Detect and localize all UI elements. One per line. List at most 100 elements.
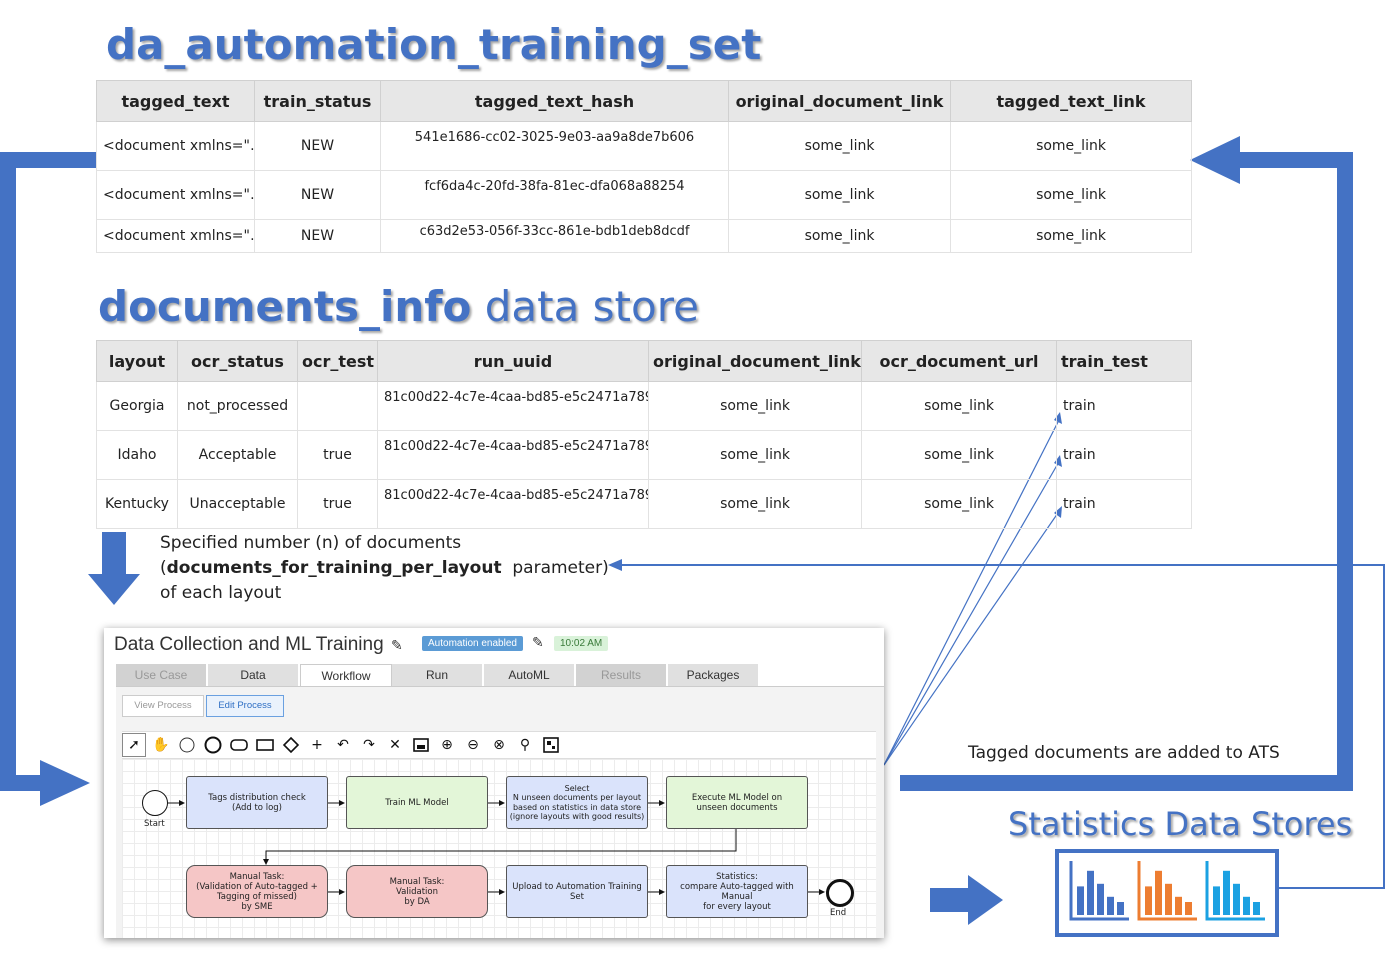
sampling-note-param: documents_for_training_per_layout — [166, 558, 502, 578]
stats-chart-icons — [1069, 861, 1265, 921]
ats-col-original-document-link: original_document_link — [728, 80, 951, 122]
start-event[interactable] — [142, 790, 168, 816]
sampling-note-line1: Specified number (n) of documents — [160, 533, 462, 553]
pointer-icon[interactable]: ➚ — [122, 733, 146, 757]
stats-title: Statistics Data Stores — [1008, 805, 1353, 843]
tab-packages[interactable]: Packages — [668, 664, 760, 686]
hand-icon[interactable]: ✋ — [150, 734, 172, 756]
table-cell: Georgia — [96, 381, 178, 431]
table-cell: <document xmlns="… — [96, 170, 255, 220]
view-process-button[interactable]: View Process — [122, 695, 204, 717]
docs-info-title: documents_info data store — [98, 280, 699, 334]
task-execute-ml-model[interactable]: Execute ML Model on unseen documents — [666, 776, 808, 829]
table-cell: train — [1056, 381, 1192, 431]
rect-icon[interactable] — [254, 734, 276, 756]
docs-col-run-uuid: run_uuid — [377, 340, 649, 382]
docs-col-layout: layout — [96, 340, 178, 382]
table-cell: some_link — [648, 479, 862, 529]
export-icon[interactable] — [410, 734, 432, 756]
rounded-rect-icon[interactable] — [228, 734, 250, 756]
zoom-in-icon[interactable]: ⊕ — [436, 734, 458, 756]
zoom-fit-icon[interactable]: ⊗ — [488, 734, 510, 756]
table-cell: 541e1686-cc02-3025-9e03-aa9a8de7b606 — [380, 121, 729, 171]
docs-info-title-bold: documents_info — [98, 282, 472, 331]
table-cell: c63d2e53-056f-33cc-861e-bdb1deb8dcdf — [380, 219, 729, 253]
bar-chart-bar — [1077, 886, 1084, 915]
table-cell: train — [1056, 479, 1192, 529]
delete-icon[interactable]: ✕ — [384, 734, 406, 756]
table-cell: <document xmlns="… — [96, 121, 255, 171]
app-title-text: Data Collection and ML Training — [114, 634, 384, 655]
end-event-label: End — [830, 908, 847, 918]
bar-chart-bar — [1155, 870, 1162, 915]
ats-title: da_automation_training_set — [106, 20, 762, 69]
table-cell: Unacceptable — [177, 479, 298, 529]
left-loop-connector — [0, 152, 96, 791]
zoom-out-icon[interactable]: ⊖ — [462, 734, 484, 756]
tab-automl[interactable]: AutoML — [484, 664, 576, 686]
bar-chart-bar — [1253, 902, 1260, 915]
docs-col-ocr-test: ocr_test — [297, 340, 378, 382]
left-loop-arrowhead — [40, 760, 90, 806]
diagram-toolbar: ➚ ✋ + ↶ ↷ ✕ ⊕ ⊖ ⊗ ⚲ — [122, 731, 876, 759]
search-icon[interactable]: ⚲ — [514, 734, 536, 756]
table-row: <document xmlns="… NEW fcf6da4c-20fd-38f… — [96, 170, 1192, 220]
edit-process-button[interactable]: Edit Process — [206, 695, 284, 717]
thin-circle-icon[interactable] — [176, 734, 198, 756]
edit-title-icon[interactable]: ✎ — [391, 637, 403, 653]
edit-automation-icon[interactable]: ✎ — [532, 634, 544, 651]
stats-arrow-shaft — [930, 888, 970, 912]
bar-chart-bar — [1213, 886, 1220, 915]
docs-info-title-light: data store — [471, 282, 699, 331]
table-cell — [297, 381, 378, 431]
ats-col-train-status: train_status — [254, 80, 381, 122]
task-select-unseen-documents[interactable]: Select N unseen documents per layout bas… — [506, 776, 648, 829]
tab-run[interactable]: Run — [392, 664, 484, 686]
workflow-panel: View Process Edit Process ➚ ✋ + ↶ ↷ ✕ ⊕ … — [116, 686, 884, 938]
end-event[interactable] — [826, 879, 854, 907]
bar-chart-bar — [1117, 902, 1124, 915]
time-badge: 10:02 AM — [554, 636, 609, 651]
docs-header-row: layout ocr_status ocr_test run_uuid orig… — [96, 340, 1192, 382]
bar-chart-icon — [1069, 861, 1129, 921]
bar-chart-bar — [1243, 896, 1250, 915]
task-manual-validation-sme[interactable]: Manual Task: (Validation of Auto-tagged … — [186, 865, 328, 918]
table-cell: some_link — [861, 479, 1057, 529]
train-link-line-3 — [883, 509, 1061, 766]
table-cell: some_link — [728, 170, 951, 220]
tab-bar: Use Case Data Workflow Run AutoML Result… — [116, 664, 760, 687]
bar-chart-bar — [1233, 883, 1240, 915]
task-train-ml-model[interactable]: Train ML Model — [346, 776, 488, 829]
task-upload-to-ats[interactable]: Upload to Automation Training Set — [506, 865, 648, 918]
tab-use-case[interactable]: Use Case — [116, 664, 208, 686]
bar-chart-bar — [1107, 896, 1114, 915]
automation-badge: Automation enabled — [422, 636, 523, 651]
task-tags-distribution-check[interactable]: Tags distribution check (Add to log) — [186, 776, 328, 829]
redo-icon[interactable]: ↷ — [358, 734, 380, 756]
task-manual-validation-da[interactable]: Manual Task: Validation by DA — [346, 865, 488, 918]
sampling-note-paren: ( — [160, 558, 167, 578]
table-cell: 81c00d22-4c7e-4caa-bd85-e5c2471a7894 — [377, 479, 649, 529]
diamond-icon[interactable] — [280, 734, 302, 756]
bar-chart-bar — [1145, 886, 1152, 915]
undo-icon[interactable]: ↶ — [332, 734, 354, 756]
minimap-icon[interactable] — [540, 734, 562, 756]
task-statistics-compare[interactable]: Statistics: compare Auto-tagged with Man… — [666, 865, 808, 918]
table-cell: not_processed — [177, 381, 298, 431]
docs-col-train-test: train_test — [1056, 340, 1192, 382]
circle-icon[interactable] — [202, 734, 224, 756]
docs-col-ocr-status: ocr_status — [177, 340, 298, 382]
ats-col-tagged-text-link: tagged_text_link — [950, 80, 1192, 122]
down-arrow-head — [88, 574, 140, 605]
bar-chart-icon — [1205, 861, 1265, 921]
table-cell: some_link — [728, 121, 951, 171]
ats-col-tagged-text: tagged_text — [96, 80, 255, 122]
table-cell: true — [297, 430, 378, 480]
tab-data[interactable]: Data — [208, 664, 300, 686]
tab-workflow[interactable]: Workflow — [300, 664, 392, 687]
table-row: Georgia not_processed 81c00d22-4c7e-4caa… — [96, 381, 1192, 431]
table-cell: Acceptable — [177, 430, 298, 480]
tab-results[interactable]: Results — [576, 664, 668, 686]
ats-header-row: tagged_text train_status tagged_text_has… — [96, 80, 1192, 122]
plus-icon[interactable]: + — [306, 734, 328, 756]
